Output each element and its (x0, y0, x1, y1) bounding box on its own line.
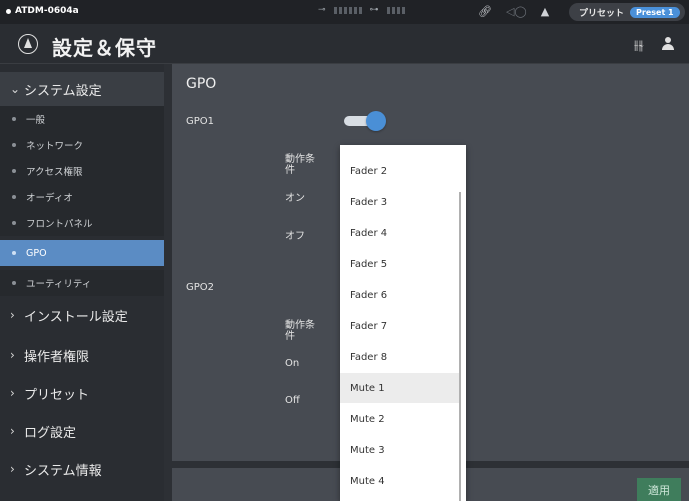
sidebar-item-gpo[interactable]: GPO (0, 240, 164, 266)
input-icon: ⊸ (318, 5, 326, 15)
user-icon[interactable] (661, 37, 675, 51)
gpo1-off-label: オフ (285, 231, 305, 242)
chevron-right-icon: › (10, 462, 15, 476)
status-dot-icon (6, 8, 11, 14)
gpo2-label: GPO2 (186, 282, 215, 293)
sidebar-item-label: ネットワーク (26, 141, 84, 152)
sidebar-item-label: アクセス権限 (26, 167, 83, 178)
output-meter-icon (386, 6, 405, 14)
gpo1-toggle[interactable] (344, 111, 386, 131)
status-bar: ATDM-0604a ⊸ ⊶ 🔗︎ ◁◯ ▲ プリセット Preset 1 (0, 0, 689, 24)
dropdown-option[interactable]: Fader 4 (340, 218, 460, 248)
sidebar-section-log[interactable]: › ログ設定 (0, 412, 164, 450)
gpo1-on-label: オン (285, 193, 305, 204)
gpo2-off-label: Off (285, 395, 300, 406)
sidebar-item-label: フロントパネル (26, 219, 93, 230)
gpo2-condition-label: 動作条件 (285, 320, 315, 342)
sidebar-item-label: ユーティリティ (26, 279, 92, 290)
warning-icon: ▲ (540, 5, 550, 18)
toggle-knob (366, 111, 386, 131)
page-header: 設定＆保守 ⫲⫳ (0, 24, 689, 64)
link-icon: 🔗︎ (478, 5, 492, 18)
sidebar-item-utility[interactable]: ユーティリティ (0, 270, 164, 296)
sidebar-section-label: 操作者権限 (24, 349, 90, 365)
io-status: ⊸ ⊶ (318, 5, 405, 15)
output-icon: ⊶ (369, 5, 379, 15)
sidebar-section-install[interactable]: › インストール設定 (0, 296, 164, 334)
page-title: 設定＆保守 (52, 36, 157, 60)
sidebar-item-front-panel[interactable]: フロントパネル (0, 210, 164, 236)
chevron-right-icon: › (10, 348, 15, 362)
sidebar-section-label: ログ設定 (24, 425, 77, 441)
sidebar-item-label: GPO (26, 247, 47, 259)
gpo1-condition-label: 動作条件 (285, 154, 315, 176)
signal-icon: ◁◯ (505, 5, 527, 18)
device-name: ATDM-0604a (15, 6, 79, 16)
sidebar-item-label: 一般 (26, 115, 46, 126)
sidebar: ⌄ システム設定 一般 ネットワーク アクセス権限 オーディオ フロントパネル … (0, 64, 164, 501)
sidebar-section-label: プリセット (24, 387, 90, 403)
status-icons-right: 🔗︎ ◁◯ ▲ (478, 5, 549, 18)
sidebar-section-label: システム設定 (24, 83, 102, 99)
condition-dropdown-list[interactable]: Fader 2 Fader 3 Fader 4 Fader 5 Fader 6 … (340, 145, 466, 501)
sidebar-section-system-info[interactable]: › システム情報 (0, 450, 164, 488)
sidebar-section-preset[interactable]: › プリセット (0, 374, 164, 412)
chevron-down-icon: ⌄ (10, 82, 21, 96)
sidebar-item-audio[interactable]: オーディオ (0, 184, 164, 210)
apply-button[interactable]: 適用 (637, 478, 681, 501)
sidebar-section-operator[interactable]: › 操作者権限 (0, 336, 164, 374)
dropdown-option[interactable]: Fader 7 (340, 311, 460, 341)
sidebar-item-label: オーディオ (26, 193, 73, 204)
input-meter-icon (333, 6, 362, 14)
sidebar-item-access[interactable]: アクセス権限 (0, 158, 164, 184)
preset-label: プリセット (579, 8, 625, 19)
sidebar-item-network[interactable]: ネットワーク (0, 132, 164, 158)
dropdown-option[interactable]: Fader 3 (340, 187, 460, 217)
dropdown-option[interactable]: Mute 3 (340, 435, 460, 465)
preset-selector[interactable]: プリセット Preset 1 (569, 3, 685, 21)
chevron-right-icon: › (10, 386, 15, 400)
dropdown-option[interactable]: Mute 4 (340, 466, 460, 496)
dropdown-option[interactable]: Fader 5 (340, 249, 460, 279)
mixer-icon[interactable]: ⫲⫳ (634, 38, 644, 53)
gpo1-label: GPO1 (186, 116, 215, 127)
device-indicator: ATDM-0604a (6, 6, 79, 16)
dropdown-option-highlighted[interactable]: Mute 1 (340, 373, 460, 403)
sidebar-item-general[interactable]: 一般 (0, 106, 164, 132)
sidebar-section-label: システム情報 (24, 463, 102, 479)
dropdown-option[interactable]: Fader 6 (340, 280, 460, 310)
sidebar-section-label: インストール設定 (24, 309, 128, 325)
chevron-right-icon: › (10, 424, 15, 438)
dropdown-option[interactable]: Fader 2 (340, 156, 460, 186)
panel-title: GPO (186, 76, 217, 92)
sidebar-section-system-settings[interactable]: ⌄ システム設定 (0, 72, 164, 106)
chevron-right-icon: › (10, 308, 15, 322)
dropdown-option[interactable]: Fader 8 (340, 342, 460, 372)
preset-value: Preset 1 (630, 6, 680, 18)
gpo2-on-label: On (285, 358, 300, 369)
dropdown-option[interactable]: Mute 2 (340, 404, 460, 434)
logo-icon (18, 34, 38, 54)
dropdown-scrollbar[interactable] (459, 192, 461, 501)
